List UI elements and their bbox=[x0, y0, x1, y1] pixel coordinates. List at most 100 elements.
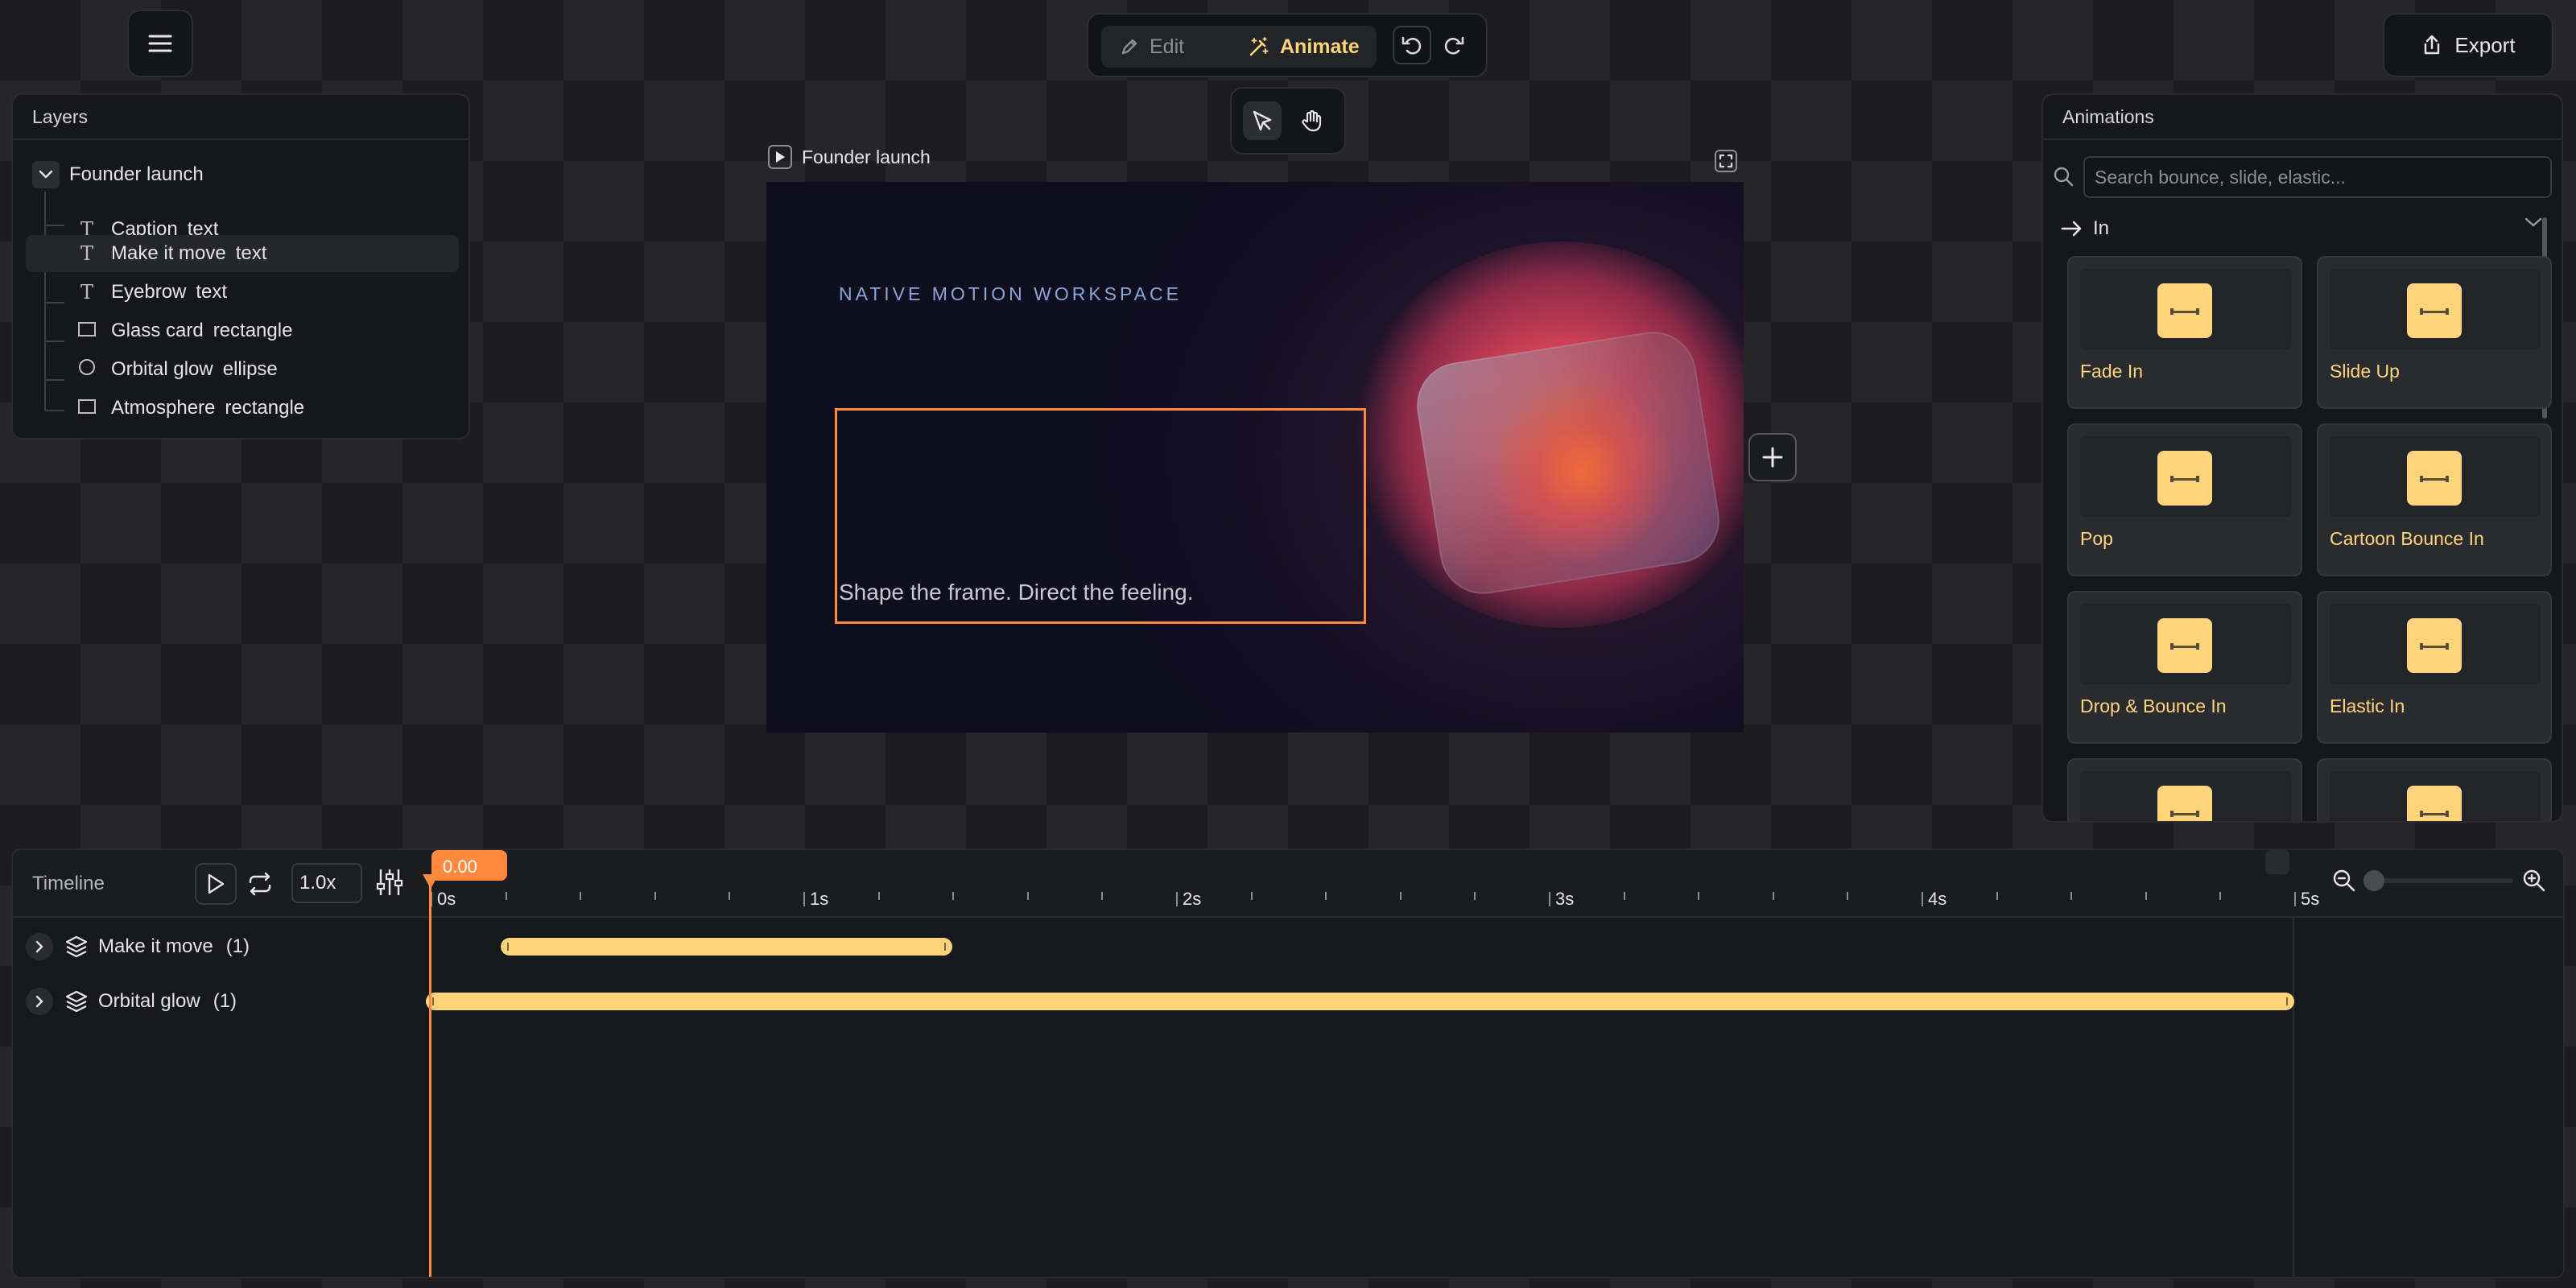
scene-name: Founder launch bbox=[802, 146, 931, 167]
preset-partial[interactable] bbox=[2317, 758, 2552, 821]
chevron-down-icon bbox=[39, 170, 53, 179]
export-button[interactable]: Export bbox=[2383, 13, 2553, 77]
expand-track-button[interactable] bbox=[26, 988, 53, 1015]
preset-face-icon bbox=[2407, 618, 2462, 673]
preview-play-button[interactable] bbox=[768, 145, 792, 169]
search-input[interactable]: Search bounce, slide, elastic... bbox=[2083, 156, 2552, 198]
layer-type: rectangle bbox=[213, 320, 293, 341]
ruler-minor-tick bbox=[729, 892, 731, 900]
ruler-minor-tick bbox=[1250, 892, 1253, 900]
pointer-icon bbox=[1253, 110, 1272, 131]
fullscreen-button[interactable] bbox=[1713, 148, 1739, 174]
preset-slide-up[interactable]: Slide Up bbox=[2317, 256, 2552, 409]
share-icon bbox=[2425, 35, 2440, 55]
ruler-major-tick bbox=[803, 892, 805, 906]
divider bbox=[2043, 138, 2562, 140]
preset-face-icon bbox=[2157, 618, 2212, 673]
text-icon: T bbox=[80, 242, 93, 265]
layers-panel: Layers Founder launch T Caption text T M… bbox=[11, 93, 470, 440]
ruler-minor-tick bbox=[1623, 892, 1625, 900]
layer-group-founder-launch[interactable]: Founder launch bbox=[26, 156, 459, 193]
layer-item[interactable]: Orbital glow ellipse bbox=[26, 351, 459, 388]
layer-item[interactable]: T Eyebrow text bbox=[26, 274, 459, 311]
preset-fade-in[interactable]: Fade In bbox=[2067, 256, 2302, 409]
top-toolbar: Edit Animate bbox=[1087, 13, 1488, 77]
layer-item[interactable]: Atmosphere rectangle bbox=[26, 390, 459, 427]
track-row-orbital-glow[interactable]: Orbital glow (1) bbox=[13, 977, 237, 1026]
preset-preview bbox=[2330, 269, 2541, 349]
animations-panel: Animations Search bounce, slide, elastic… bbox=[2041, 93, 2563, 823]
export-label: Export bbox=[2454, 32, 2516, 57]
layer-name: Eyebrow bbox=[111, 281, 187, 303]
preset-drop-bounce-in[interactable]: Drop & Bounce In bbox=[2067, 591, 2302, 744]
rectangle-icon bbox=[74, 320, 100, 342]
ruler-minor-tick bbox=[1325, 892, 1327, 900]
select-tool-button[interactable] bbox=[1243, 101, 1282, 140]
collapse-button[interactable] bbox=[32, 161, 60, 188]
layer-type: text bbox=[196, 281, 228, 303]
layer-type: text bbox=[235, 242, 267, 264]
edit-mode-label: Edit bbox=[1150, 35, 1185, 58]
zoom-out-icon[interactable] bbox=[2331, 868, 2357, 894]
preset-preview bbox=[2330, 436, 2541, 517]
add-button[interactable] bbox=[1748, 433, 1797, 481]
pan-tool-button[interactable] bbox=[1293, 101, 1331, 140]
mode-switch: Edit Animate bbox=[1101, 26, 1377, 68]
zoom-slider-handle[interactable] bbox=[2363, 870, 2384, 891]
fullscreen-icon bbox=[1715, 150, 1737, 172]
divider bbox=[13, 138, 469, 140]
caption-text[interactable]: Shape the frame. Direct the feeling. bbox=[839, 580, 1193, 605]
chevron-down-icon[interactable] bbox=[2523, 214, 2544, 230]
preset-cartoon-bounce-in[interactable]: Cartoon Bounce In bbox=[2317, 423, 2552, 576]
menu-button[interactable] bbox=[127, 10, 193, 77]
layer-item-selected[interactable]: T Make it move text bbox=[26, 235, 459, 272]
track-name: Orbital glow bbox=[98, 990, 200, 1012]
playhead-line[interactable] bbox=[429, 874, 431, 1277]
animate-mode-button[interactable]: Animate bbox=[1248, 26, 1360, 68]
ruler-major-tick bbox=[1176, 892, 1178, 906]
ellipse-icon bbox=[74, 357, 100, 382]
ruler-minor-tick bbox=[2145, 892, 2147, 900]
track-count: (1) bbox=[225, 935, 250, 957]
timeline-collapse-icon[interactable] bbox=[2265, 850, 2289, 874]
expand-track-button[interactable] bbox=[26, 933, 53, 960]
layers-icon bbox=[65, 990, 88, 1013]
zoom-slider[interactable] bbox=[2363, 878, 2513, 883]
eyebrow-text[interactable]: NATIVE MOTION WORKSPACE bbox=[839, 283, 1182, 305]
playhead-pointer bbox=[423, 874, 439, 889]
time-ruler[interactable]: 0s 1s 2s 3s 4s 5s bbox=[13, 850, 2563, 916]
preset-face-icon bbox=[2157, 451, 2212, 506]
search-icon bbox=[2054, 167, 2074, 187]
preset-label: Elastic In bbox=[2330, 696, 2405, 716]
arrow-right-icon bbox=[2061, 221, 2082, 237]
layer-type: ellipse bbox=[222, 358, 278, 380]
ruler-tick-label: 1s bbox=[810, 889, 829, 909]
layer-name: Orbital glow bbox=[111, 358, 213, 380]
preset-preview bbox=[2080, 604, 2291, 684]
animation-clip-make-it-move[interactable] bbox=[500, 938, 953, 956]
edit-mode-button[interactable]: Edit bbox=[1119, 26, 1184, 68]
preset-label: Drop & Bounce In bbox=[2080, 696, 2227, 716]
layer-item[interactable]: Glass card rectangle bbox=[26, 312, 459, 349]
undo-button[interactable] bbox=[1393, 26, 1431, 64]
canvas-stage[interactable]: NATIVE MOTION WORKSPACE Shape the frame.… bbox=[766, 182, 1744, 733]
ruler-minor-tick bbox=[2070, 892, 2073, 900]
track-row-make-it-move[interactable]: Make it move (1) bbox=[13, 923, 250, 971]
ruler-minor-tick bbox=[505, 892, 507, 900]
zoom-in-icon[interactable] bbox=[2521, 868, 2547, 894]
tool-switcher bbox=[1230, 87, 1346, 155]
redo-button[interactable] bbox=[1435, 26, 1473, 64]
preset-face-icon bbox=[2407, 451, 2462, 506]
preset-label: Pop bbox=[2080, 528, 2113, 549]
rectangle-icon bbox=[74, 397, 100, 419]
animations-title: Animations bbox=[2062, 106, 2154, 127]
preset-label: Cartoon Bounce In bbox=[2330, 528, 2484, 549]
redo-icon bbox=[1444, 36, 1464, 55]
animation-clip-orbital-glow[interactable] bbox=[426, 993, 2294, 1010]
ruler-minor-tick bbox=[1996, 892, 1998, 900]
ruler-tick-label: 3s bbox=[1555, 889, 1575, 909]
preset-elastic-in[interactable]: Elastic In bbox=[2317, 591, 2552, 744]
preset-pop[interactable]: Pop bbox=[2067, 423, 2302, 576]
section-in[interactable]: In bbox=[2061, 217, 2544, 240]
preset-partial[interactable] bbox=[2067, 758, 2302, 821]
